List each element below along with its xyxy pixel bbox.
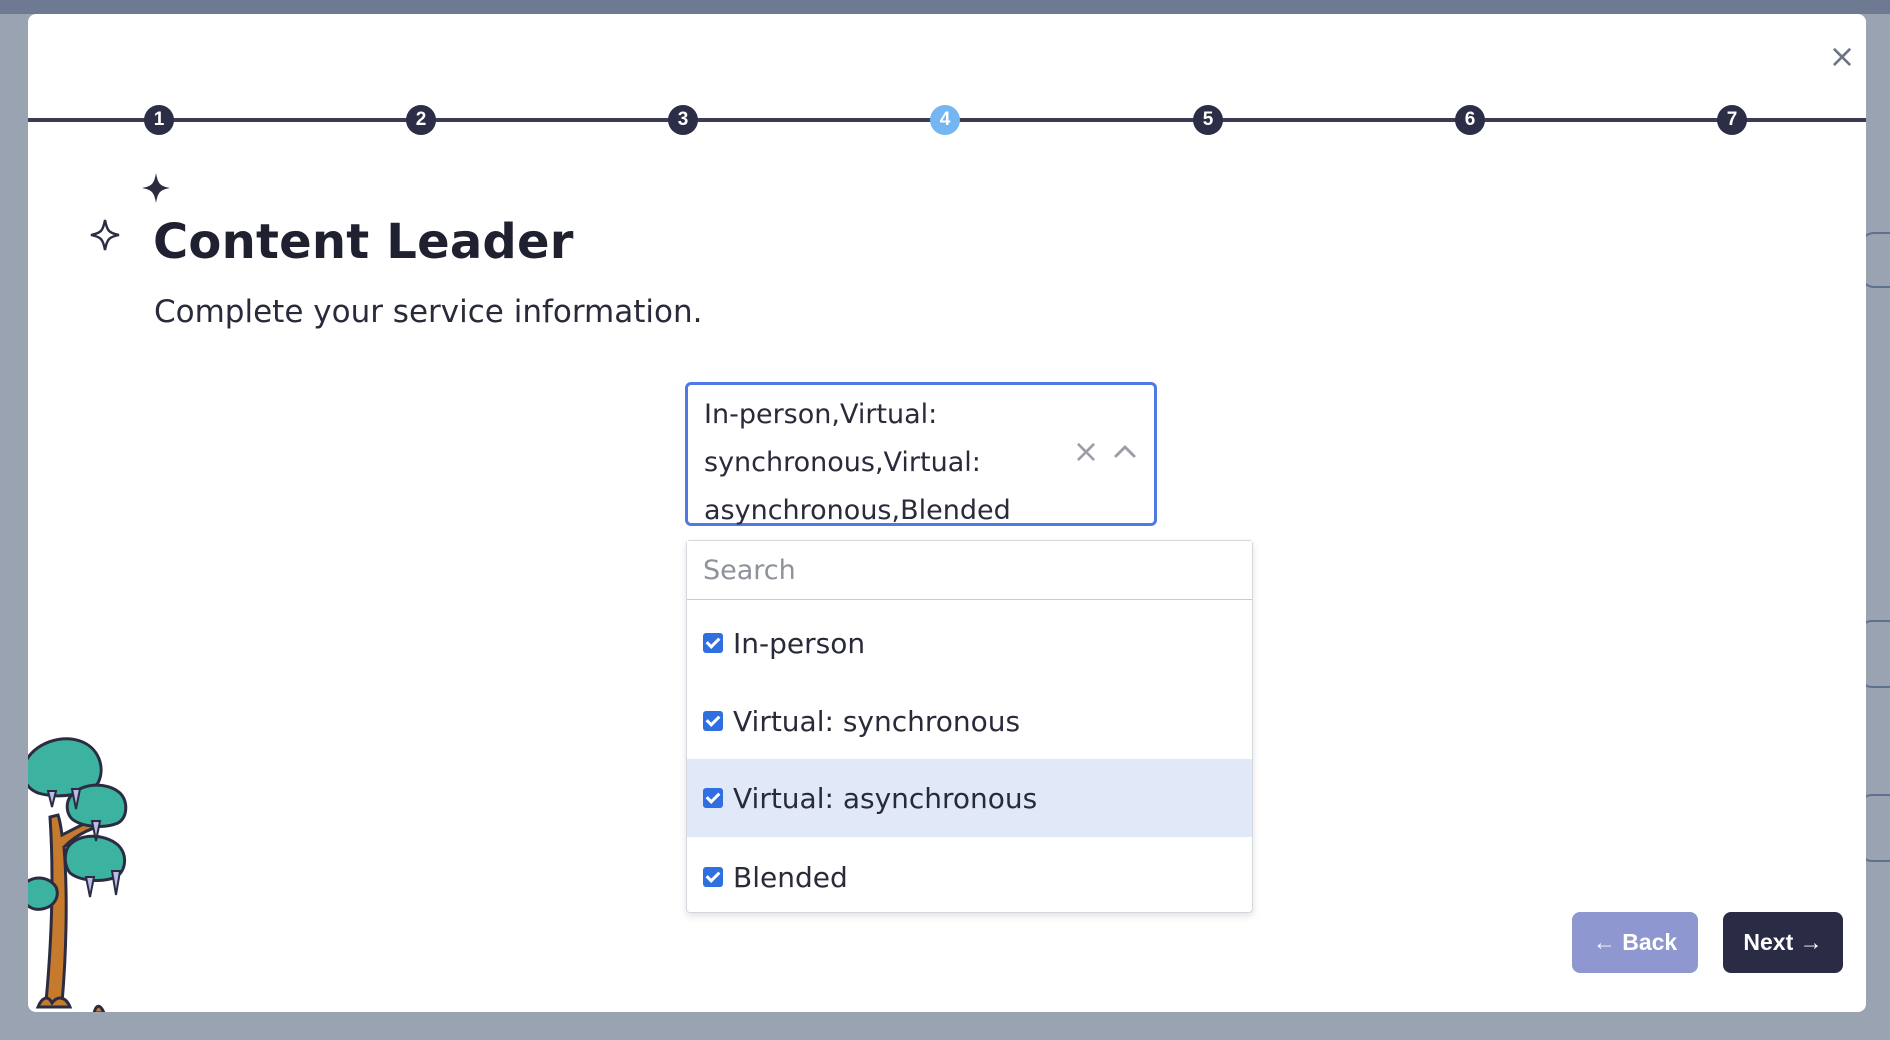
sparkle-outline-icon: [90, 219, 120, 251]
checkbox-checked[interactable]: [703, 633, 723, 653]
option-virtual-asynchronous[interactable]: Virtual: asynchronous: [687, 759, 1252, 837]
sparkle-filled-icon: [142, 173, 170, 203]
select-value: In-person,Virtual: synchronous,Virtual: …: [704, 399, 1011, 526]
step-3[interactable]: 3: [668, 105, 698, 135]
options-dropdown: In-person Virtual: synchronous Virtual: …: [686, 540, 1253, 913]
service-format-select[interactable]: In-person,Virtual: synchronous,Virtual: …: [685, 382, 1157, 526]
option-blended[interactable]: Blended: [687, 838, 1252, 916]
page-subtitle: Complete your service information.: [154, 294, 703, 330]
dropdown-search-input[interactable]: [687, 541, 1252, 600]
step-4-active[interactable]: 4: [930, 105, 960, 135]
clear-selection-icon[interactable]: ×: [1071, 431, 1101, 471]
checkbox-checked[interactable]: [703, 711, 723, 731]
step-2[interactable]: 2: [406, 105, 436, 135]
step-1[interactable]: 1: [144, 105, 174, 135]
option-virtual-synchronous[interactable]: Virtual: synchronous: [687, 682, 1252, 760]
option-label: Virtual: synchronous: [733, 704, 1021, 738]
backdrop-top: [0, 0, 1890, 14]
tree-illustration: [28, 737, 128, 1012]
progress-stepper: 1 2 3 4 5 6 7: [28, 105, 1866, 145]
service-info-modal: × 1 2 3 4 5 6 7 Content Leader Complete …: [28, 14, 1866, 1012]
option-label: In-person: [733, 626, 866, 660]
page-title: Content Leader: [153, 214, 574, 270]
checkbox-checked[interactable]: [703, 867, 723, 887]
checkbox-checked[interactable]: [703, 788, 723, 808]
close-icon[interactable]: ×: [1824, 38, 1860, 74]
back-button[interactable]: ← Back: [1572, 912, 1698, 973]
chevron-up-icon[interactable]: [1110, 433, 1140, 469]
next-button[interactable]: Next →: [1723, 912, 1843, 973]
step-5[interactable]: 5: [1193, 105, 1223, 135]
option-in-person[interactable]: In-person: [687, 604, 1252, 682]
step-6[interactable]: 6: [1455, 105, 1485, 135]
option-label: Blended: [733, 860, 848, 894]
step-7[interactable]: 7: [1717, 105, 1747, 135]
option-label: Virtual: asynchronous: [733, 781, 1038, 815]
